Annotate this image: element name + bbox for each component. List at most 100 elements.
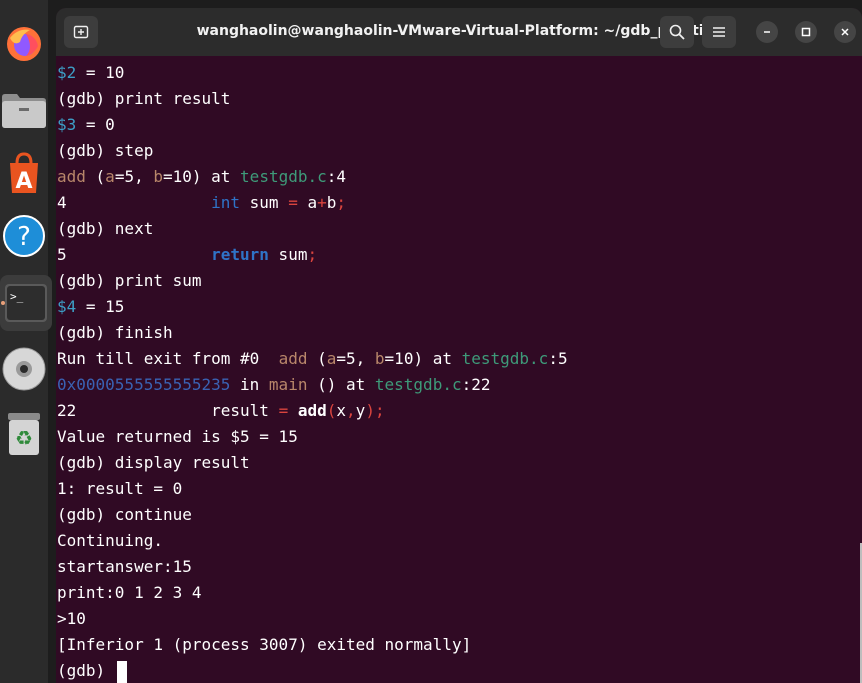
terminal-text: = xyxy=(288,193,298,212)
terminal-line: (gdb) xyxy=(57,658,862,683)
terminal-text: $2 xyxy=(57,63,77,82)
terminal-line: 0x0000555555555235 in main () at testgdb… xyxy=(57,372,862,398)
terminal-text: [Inferior 1 (process 3007) exited normal… xyxy=(57,635,472,654)
terminal-text: (gdb) step xyxy=(57,141,154,160)
terminal-text: ( xyxy=(326,401,337,420)
terminal-text: Run till exit from #0 xyxy=(57,349,279,368)
terminal-line: $3 = 0 xyxy=(57,112,862,138)
svg-text:♻: ♻ xyxy=(15,426,33,450)
terminal-text: = 0 xyxy=(76,115,115,134)
dock-item-terminal[interactable]: >_ xyxy=(0,275,52,331)
terminal-line: $4 = 15 xyxy=(57,294,862,320)
dock: A ? >_ ♻ xyxy=(0,0,52,683)
terminal-line: 1: result = 0 xyxy=(57,476,862,502)
terminal-line: Run till exit from #0 add (a=5, b=10) at… xyxy=(57,346,862,372)
terminal-text: :5 xyxy=(548,349,568,368)
terminal-text: b xyxy=(326,193,337,212)
terminal-text: (gdb) finish xyxy=(57,323,173,342)
terminal-text: (gdb) continue xyxy=(57,505,192,524)
terminal-text: 4 xyxy=(57,193,212,212)
minimize-button[interactable] xyxy=(756,21,778,43)
terminal-text: startanswer:15 xyxy=(57,557,192,576)
terminal-line: Value returned is $5 = 15 xyxy=(57,424,862,450)
dock-item-files[interactable] xyxy=(0,82,48,138)
terminal-text: int xyxy=(211,193,241,212)
dock-item-trash[interactable]: ♻ xyxy=(0,406,48,462)
terminal-text: (gdb) next xyxy=(57,219,154,238)
dock-item-app-center[interactable]: A xyxy=(0,145,48,201)
terminal-text: testgdb.c xyxy=(374,375,462,394)
terminal-text: $4 xyxy=(57,297,77,316)
terminal-text: =10) at xyxy=(384,349,462,368)
terminal-line: (gdb) continue xyxy=(57,502,862,528)
disc-icon xyxy=(2,347,46,391)
terminal-text: a xyxy=(297,193,318,212)
terminal-text: 1: result = 0 xyxy=(57,479,183,498)
terminal-text: in xyxy=(230,375,269,394)
terminal-text: (gdb) print result xyxy=(57,89,231,108)
terminal-text: sum xyxy=(240,193,289,212)
svg-text:>_: >_ xyxy=(10,290,24,303)
dock-item-firefox[interactable] xyxy=(0,16,48,72)
terminal-line: 4 int sum = a+b; xyxy=(57,190,862,216)
search-icon xyxy=(669,24,685,40)
terminal-line: add (a=5, b=10) at testgdb.c:4 xyxy=(57,164,862,190)
terminal-text: ( xyxy=(85,167,106,186)
terminal-text: + xyxy=(317,193,327,212)
terminal-text: add xyxy=(278,349,308,368)
svg-text:A: A xyxy=(15,169,32,194)
terminal-line: startanswer:15 xyxy=(57,554,862,580)
terminal-text: a xyxy=(105,167,115,186)
close-icon xyxy=(841,28,849,36)
app-store-icon: A xyxy=(10,152,38,194)
terminal-line: 22 result = add(x,y); xyxy=(57,398,862,424)
terminal-text: $3 xyxy=(57,115,77,134)
terminal-text: Continuing. xyxy=(57,531,163,550)
terminal-text: testgdb.c xyxy=(240,167,327,186)
terminal-text: ; xyxy=(307,245,318,264)
terminal-line: 5 return sum; xyxy=(57,242,862,268)
menu-button[interactable] xyxy=(702,16,736,48)
terminal-text: =5, xyxy=(336,349,375,368)
terminal-text: :4 xyxy=(326,167,347,186)
terminal-text: ( xyxy=(307,349,327,368)
terminal-text: add xyxy=(297,401,327,420)
terminal-text: ); xyxy=(365,401,385,420)
search-button[interactable] xyxy=(660,16,694,48)
terminal-text: = 15 xyxy=(76,297,125,316)
terminal-text: b xyxy=(153,167,163,186)
terminal-text: = xyxy=(278,401,289,420)
maximize-button[interactable] xyxy=(795,21,817,43)
svg-text:?: ? xyxy=(17,222,31,252)
terminal-line: (gdb) print result xyxy=(57,86,862,112)
terminal-text: 0x0000555555555235 xyxy=(57,375,231,394)
terminal-line: (gdb) finish xyxy=(57,320,862,346)
terminal-text: testgdb.c xyxy=(461,349,549,368)
terminal-text: print:0 1 2 3 4 xyxy=(57,583,202,602)
terminal-text: = 10 xyxy=(76,63,125,82)
terminal-text: 22 result xyxy=(57,401,279,420)
terminal-line: >10 xyxy=(57,606,862,632)
close-button[interactable] xyxy=(834,21,856,43)
terminal-line: print:0 1 2 3 4 xyxy=(57,580,862,606)
terminal-output[interactable]: $2 = 10 (gdb) print result $3 = 0 (gdb) ste… xyxy=(56,56,862,683)
terminal-text: a xyxy=(326,349,337,368)
dock-item-dvd[interactable] xyxy=(0,341,48,397)
terminal-window: wanghaolin@wanghaolin-VMware-Virtual-Pla… xyxy=(56,8,862,683)
terminal-icon: >_ xyxy=(5,284,47,322)
hamburger-menu-icon xyxy=(713,27,725,37)
terminal-text: 5 xyxy=(57,245,212,264)
terminal-text: ; xyxy=(336,193,347,212)
terminal-text: x xyxy=(336,401,347,420)
terminal-text: y xyxy=(355,401,366,420)
maximize-icon xyxy=(801,27,811,37)
terminal-text: =5, xyxy=(114,167,154,186)
help-icon: ? xyxy=(3,215,45,257)
terminal-text: () at xyxy=(307,375,375,394)
dock-item-help[interactable]: ? xyxy=(0,208,48,264)
terminal-text: return xyxy=(211,245,269,264)
terminal-text: Value returned is $5 = 15 xyxy=(57,427,298,446)
terminal-line: (gdb) next xyxy=(57,216,862,242)
terminal-text: add xyxy=(57,167,86,186)
